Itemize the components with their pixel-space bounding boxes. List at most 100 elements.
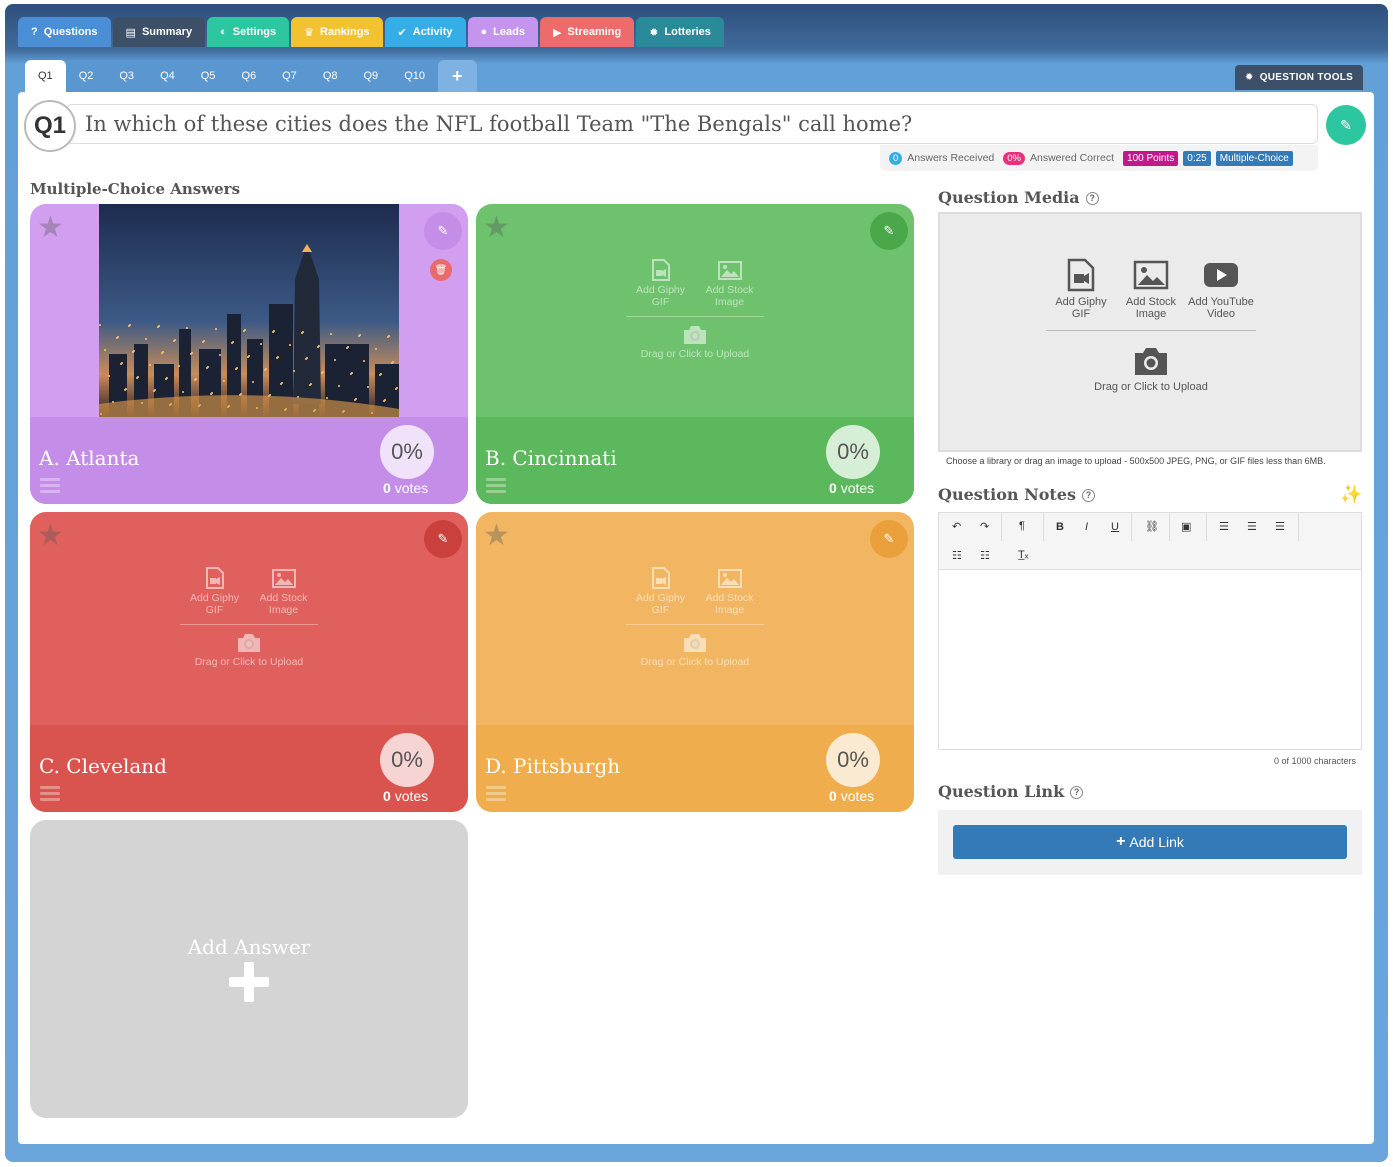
tab-q5[interactable]: Q5 — [188, 60, 229, 92]
link-icon[interactable]: ⛓ — [1145, 520, 1159, 533]
insert-image-icon[interactable]: ▣ — [1181, 520, 1191, 533]
answer-label-c[interactable]: C. Cleveland — [39, 754, 167, 778]
upload-media-button[interactable]: Drag or Click to Upload — [626, 325, 764, 360]
upload-media-button[interactable]: Drag or Click to Upload — [180, 633, 318, 668]
star-icon[interactable]: ★ — [37, 518, 64, 553]
add-answer-label: Add Answer — [187, 935, 311, 959]
help-icon[interactable]: ? — [1070, 786, 1084, 799]
answer-card[interactable]: Add Giphy GIF Add Stock Image Drag or Cl… — [476, 204, 914, 504]
align-center-icon[interactable]: ☰ — [1247, 520, 1257, 533]
answer-label-d[interactable]: D. Pittsburgh — [485, 754, 620, 778]
tab-q8[interactable]: Q8 — [310, 60, 351, 92]
question-notes-editor[interactable] — [938, 570, 1362, 750]
answer-media-area[interactable]: Add Giphy GIF Add Stock Image Drag or Cl… — [476, 512, 914, 725]
upload-media-button[interactable]: Drag or Click to Upload — [1046, 345, 1256, 393]
drag-handle-icon[interactable] — [486, 478, 506, 493]
bullet-list-icon[interactable]: ☷ — [952, 549, 962, 562]
question-media-title: Question Media? — [938, 188, 1099, 207]
top-nav: ? Questions ▤ Summary ◐ Settings ♛ Rankings ✔ Act… — [18, 17, 724, 47]
nav-tab-settings[interactable]: ◐ Settings — [207, 17, 290, 47]
add-stock-image-button[interactable]: Add Stock Image — [698, 567, 762, 616]
tab-q4[interactable]: Q4 — [147, 60, 188, 92]
image-icon — [717, 261, 742, 280]
answered-correct-label: Answered Correct — [1029, 152, 1115, 164]
add-link-button[interactable]: + Add Link — [953, 825, 1347, 859]
numbered-list-icon[interactable]: ☷ — [980, 549, 990, 562]
star-icon[interactable]: ★ — [37, 210, 64, 245]
answer-votes: 0 votes — [829, 480, 875, 496]
type-badge: Multiple-Choice — [1215, 150, 1293, 166]
nav-tab-summary[interactable]: ▤ Summary — [112, 17, 206, 47]
nav-tab-leads[interactable]: ● Leads — [467, 17, 538, 47]
sparkle-icon[interactable]: ✨ — [1340, 484, 1362, 505]
edit-answer-button[interactable]: ✎ — [424, 212, 462, 250]
tab-q7[interactable]: Q7 — [269, 60, 310, 92]
answer-media-area[interactable]: Add Giphy GIF Add Stock Image Drag or Cl… — [476, 204, 914, 417]
edit-answer-button[interactable]: ✎ — [870, 520, 908, 558]
nav-tab-streaming[interactable]: ▶ Streaming — [539, 17, 635, 47]
help-icon[interactable]: ? — [1085, 192, 1099, 205]
delete-image-button[interactable]: 🗑 — [430, 259, 452, 281]
nav-tab-lotteries[interactable]: ✹ Lotteries — [636, 17, 724, 47]
add-answer-button[interactable]: Add Answer — [30, 820, 468, 1118]
drag-handle-icon[interactable] — [486, 786, 506, 801]
add-giphy-gif-button[interactable]: Add Giphy GIF — [1046, 258, 1116, 320]
pencil-icon: ✎ — [883, 531, 895, 546]
upload-media-button[interactable]: Drag or Click to Upload — [626, 633, 764, 668]
answer-card[interactable]: Add Giphy GIF Add Stock Image Drag or Cl… — [476, 512, 914, 812]
tab-q1[interactable]: Q1 — [25, 60, 66, 92]
tab-q6[interactable]: Q6 — [228, 60, 269, 92]
nav-tab-label: Leads — [493, 26, 525, 38]
star-icon[interactable]: ★ — [483, 518, 510, 553]
answer-card[interactable]: Add Giphy GIF Add Stock Image Drag or Cl… — [30, 512, 468, 812]
tab-q10[interactable]: Q10 — [391, 60, 438, 92]
add-stock-image-button[interactable]: Add Stock Image — [252, 567, 316, 616]
drag-handle-icon[interactable] — [40, 786, 60, 801]
tab-q9[interactable]: Q9 — [351, 60, 392, 92]
underline-icon[interactable]: U — [1111, 521, 1119, 533]
answer-media-area[interactable] — [30, 204, 468, 417]
add-youtube-video-button[interactable]: Add YouTube Video — [1186, 258, 1256, 320]
edit-question-button[interactable]: ✎ — [1326, 105, 1366, 145]
time-badge: 0:25 — [1183, 150, 1211, 166]
notes-toolbar: ↶ ↷ ¶ B I U ⛓ ▣ ☰ ☰ ☰ ☷ ☷ T̲ₓ — [938, 512, 1362, 570]
add-giphy-gif-button[interactable]: Add Giphy GIF — [629, 259, 693, 308]
align-right-icon[interactable]: ☰ — [1275, 520, 1285, 533]
drag-handle-icon[interactable] — [40, 478, 60, 493]
star-icon[interactable]: ★ — [483, 210, 510, 245]
add-question-tab[interactable]: + — [437, 60, 477, 92]
question-tools-button[interactable]: ✹ QUESTION TOOLS — [1235, 65, 1364, 90]
paragraph-icon[interactable]: ¶ — [1019, 520, 1025, 532]
edit-answer-button[interactable]: ✎ — [870, 212, 908, 250]
help-icon[interactable]: ? — [1081, 489, 1095, 502]
question-text-field[interactable]: In which of these cities does the NFL fo… — [66, 104, 1318, 144]
nav-tab-label: Activity — [412, 26, 453, 38]
image-icon — [271, 569, 296, 588]
camera-icon — [238, 634, 260, 652]
clear-format-icon[interactable]: T̲ₓ — [1018, 549, 1028, 561]
add-giphy-gif-button[interactable]: Add Giphy GIF — [183, 567, 247, 616]
italic-icon[interactable]: I — [1085, 521, 1088, 533]
bold-icon[interactable]: B — [1056, 521, 1064, 533]
undo-icon[interactable]: ↶ — [952, 520, 961, 533]
nav-tab-activity[interactable]: ✔ Activity — [384, 17, 466, 47]
nav-tab-rankings[interactable]: ♛ Rankings — [291, 17, 383, 47]
add-stock-image-button[interactable]: Add Stock Image — [1116, 258, 1186, 320]
redo-icon[interactable]: ↷ — [980, 520, 989, 533]
answer-card[interactable]: ★ ✎ 🗑 A. Atlanta 0% 0 votes — [30, 204, 468, 504]
align-left-icon[interactable]: ☰ — [1219, 520, 1229, 533]
question-media-dropzone[interactable]: Add Giphy GIF Add Stock Image Add YouTub… — [938, 212, 1362, 452]
answered-correct-pct: 0% — [1003, 151, 1025, 165]
edit-answer-button[interactable]: ✎ — [424, 520, 462, 558]
tab-q3[interactable]: Q3 — [106, 60, 147, 92]
trash-icon: 🗑 — [434, 264, 448, 276]
add-stock-image-button[interactable]: Add Stock Image — [698, 259, 762, 308]
tab-q2[interactable]: Q2 — [66, 60, 107, 92]
answer-media-area[interactable]: Add Giphy GIF Add Stock Image Drag or Cl… — [30, 512, 468, 725]
add-giphy-gif-button[interactable]: Add Giphy GIF — [629, 567, 693, 616]
gear-icon: ✹ — [1245, 72, 1254, 83]
answer-label-a[interactable]: A. Atlanta — [39, 446, 139, 470]
answer-votes: 0 votes — [829, 788, 875, 804]
nav-tab-questions[interactable]: ? Questions — [18, 17, 111, 47]
answer-label-b[interactable]: B. Cincinnati — [485, 446, 617, 470]
